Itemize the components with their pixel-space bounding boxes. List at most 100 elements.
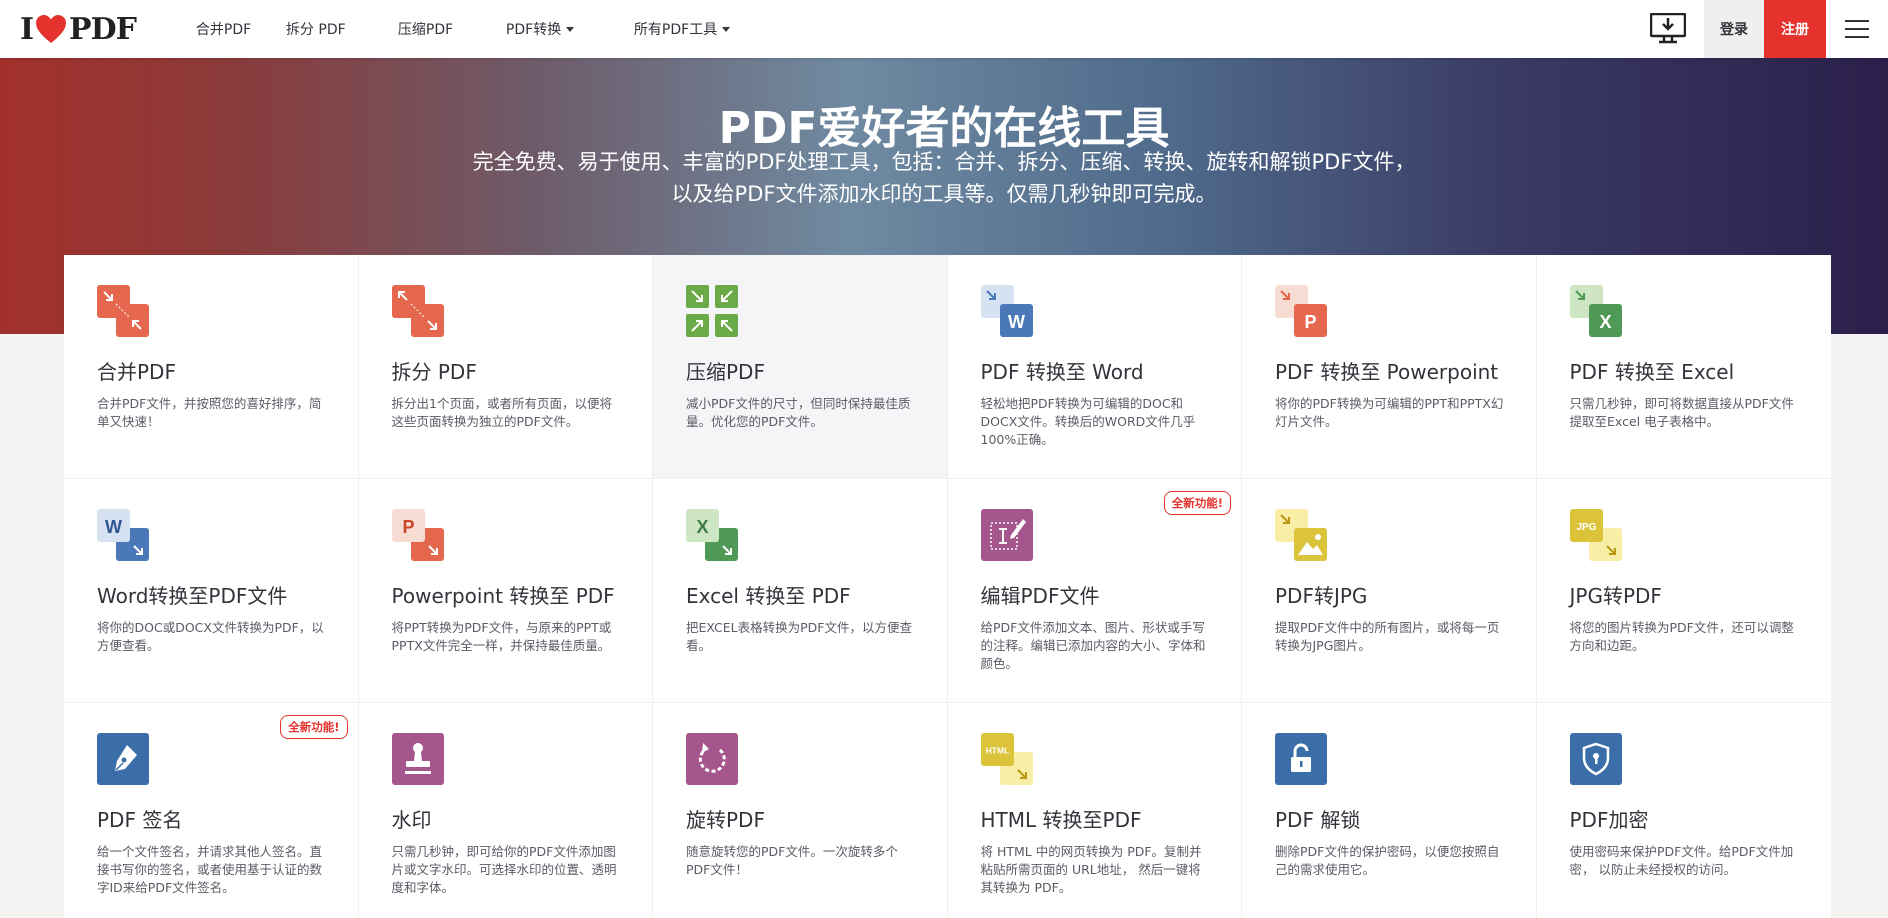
tool-title: 拆分 PDF	[391, 360, 477, 384]
caret-down-icon	[566, 26, 575, 32]
new-feature-badge: 全新功能!	[1163, 491, 1231, 515]
rotate-icon	[686, 733, 738, 785]
desktop-app-button[interactable]	[1632, 0, 1704, 58]
tool-card-html-to-pdf[interactable]: HTML HTML 转换至PDF 将 HTML 中的网页转换为 PDF。复制并粘…	[947, 703, 1242, 918]
nav-item-label: 合并PDF	[195, 22, 252, 38]
tool-title: PDF转JPG	[1275, 584, 1368, 608]
pdf-to-ppt-icon: P	[1275, 285, 1327, 337]
pdf-to-excel-icon: X	[1569, 285, 1622, 337]
tool-desc: 只需几秒钟，即可给你的PDF文件添加图片或文字水印。可选择水印的位置、透明度和字…	[391, 844, 617, 895]
nav-item-label: 所有PDF工具	[633, 22, 718, 38]
nav-item-label: 压缩PDF	[397, 22, 454, 38]
svg-text:W: W	[1008, 312, 1025, 332]
tool-desc: 把EXCEL表格转换为PDF文件，以方便查看。	[686, 620, 912, 653]
compress-icon	[686, 285, 738, 337]
ppt-to-pdf-icon: P	[391, 509, 444, 561]
tool-title: 旋转PDF	[686, 808, 765, 832]
tool-desc: 将您的图片转换为PDF文件，还可以调整方向和边距。	[1569, 620, 1794, 653]
tool-card-pdf-to-ppt[interactable]: P PDF 转换至 Powerpoint 将你的PDF转换为可编辑的PPT和PP…	[1242, 255, 1537, 479]
svg-text:X: X	[1599, 312, 1611, 332]
logo-text-left: I	[20, 11, 34, 47]
tool-card-protect[interactable]: PDF加密 使用密码来保护PDF文件。给PDF文件加密， 以防止未经授权的访问。	[1536, 703, 1831, 918]
new-feature-badge: 全新功能!	[280, 715, 348, 739]
tool-card-sign-pdf[interactable]: 全新功能! PDF 签名 给一个文件签名，并请求其他人签名。直接书写你的签名，或…	[64, 703, 359, 918]
tool-desc: 将你的DOC或DOCX文件转换为PDF，以方便查看。	[97, 620, 324, 653]
nav-item-all-tools[interactable]: 所有PDF工具	[634, 0, 754, 58]
login-button[interactable]: 登录	[1704, 0, 1764, 58]
tool-title: Word转换至PDF文件	[97, 584, 288, 608]
tool-title: PDF加密	[1569, 808, 1649, 832]
ilovepdf-logo[interactable]: I PDF	[20, 0, 137, 58]
svg-text:W: W	[105, 517, 122, 537]
merge-icon	[97, 285, 149, 337]
desktop-download-icon	[1650, 13, 1686, 44]
tool-card-edit-pdf[interactable]: 全新功能! 编辑PDF文件 给PDF文件添加文本、图片、形状或手写的注释。编辑已…	[947, 479, 1242, 703]
tool-desc: 减小PDF文件的尺寸，但同时保持最佳质量。优化您的PDF文件。	[686, 396, 911, 429]
login-label: 登录	[1720, 22, 1748, 38]
tool-title: PDF 解锁	[1275, 808, 1361, 832]
edit-pdf-icon	[980, 509, 1033, 561]
nav-item-convert[interactable]: PDF转换	[506, 0, 634, 58]
tool-card-pdf-to-word[interactable]: W PDF 转换至 Word 轻松地把PDF转换为可编辑的DOC和DOCX文件。…	[947, 255, 1242, 479]
hero-subtitle: 完全免费、易于使用、丰富的PDF处理工具，包括：合并、拆分、压缩、转换、旋转和解…	[472, 150, 1416, 206]
tool-title: PDF 签名	[97, 808, 183, 832]
top-nav: I PDF 合并PDF 拆分 PDF 压缩PDF PDF转换 所有PDF工具 登…	[0, 0, 1888, 58]
heart-logo-icon	[36, 15, 67, 43]
tool-card-unlock[interactable]: PDF 解锁 删除PDF文件的保护密码，以便您按照自己的需求使用它。	[1242, 703, 1537, 918]
tool-desc: 将PPT转换为PDF文件，与原来的PPT或PPTX文件完全一样，并保持最佳质量。	[391, 620, 612, 653]
tool-card-pdf-to-excel[interactable]: X PDF 转换至 Excel 只需几秒钟，即可将数据直接从PDF文件提取至Ex…	[1536, 255, 1831, 479]
nav-item-compress[interactable]: 压缩PDF	[398, 0, 506, 58]
tool-desc: 删除PDF文件的保护密码，以便您按照自己的需求使用它。	[1275, 844, 1500, 877]
tool-desc: 给一个文件签名，并请求其他人签名。直接书写你的签名，或者使用基于认证的数字ID来…	[97, 844, 323, 895]
tool-card-watermark[interactable]: 水印 只需几秒钟，即可给你的PDF文件添加图片或文字水印。可选择水印的位置、透明…	[358, 703, 653, 918]
tool-title: 水印	[391, 808, 432, 832]
tool-title: PDF 转换至 Excel	[1569, 360, 1735, 384]
tool-desc: 将 HTML 中的网页转换为 PDF。复制并粘贴所需页面的 URL地址， 然后一…	[980, 844, 1202, 895]
tool-title: 编辑PDF文件	[980, 584, 1100, 608]
tool-card-jpg-to-pdf[interactable]: JPG JPG转PDF 将您的图片转换为PDF文件，还可以调整方向和边距。	[1536, 479, 1831, 703]
unlock-icon	[1275, 733, 1327, 785]
tool-title: Powerpoint 转换至 PDF	[391, 584, 615, 608]
tool-card-pdf-to-jpg[interactable]: PDF转JPG 提取PDF文件中的所有图片，或将每一页转换为JPG图片。	[1242, 479, 1537, 703]
tool-card-rotate[interactable]: 旋转PDF 随意旋转您的PDF文件。一次旋转多个PDF文件！	[653, 703, 948, 918]
sign-pdf-icon	[97, 733, 149, 785]
word-to-pdf-icon: W	[97, 509, 149, 561]
hamburger-menu-icon[interactable]	[1826, 0, 1888, 58]
tool-desc: 拆分出1个页面，或者所有页面，以便将这些页面转换为独立的PDF文件。	[391, 396, 612, 429]
tool-card-split[interactable]: 拆分 PDF 拆分出1个页面，或者所有页面，以便将这些页面转换为独立的PDF文件…	[358, 255, 653, 479]
tool-desc: 随意旋转您的PDF文件。一次旋转多个PDF文件！	[686, 844, 898, 877]
tool-title: Excel 转换至 PDF	[686, 584, 851, 608]
tool-desc: 合并PDF文件，并按照您的喜好排序，简单又快速！	[97, 396, 322, 429]
nav-item-split[interactable]: 拆分 PDF	[286, 0, 398, 58]
nav-right: 登录 注册	[1632, 0, 1888, 58]
excel-to-pdf-icon: X	[686, 509, 738, 561]
logo-text-right: PDF	[69, 11, 137, 47]
jpg-to-pdf-icon: JPG	[1569, 509, 1622, 561]
tool-card-compress[interactable]: 压缩PDF 减小PDF文件的尺寸，但同时保持最佳质量。优化您的PDF文件。	[653, 255, 948, 479]
tools-grid: 合并PDF 合并PDF文件，并按照您的喜好排序，简单又快速！ 拆分 PDF 拆分…	[64, 255, 1831, 918]
pdf-to-jpg-icon	[1275, 509, 1327, 561]
tool-title: 压缩PDF	[686, 360, 765, 384]
signup-button[interactable]: 注册	[1764, 0, 1826, 58]
tool-desc: 使用密码来保护PDF文件。给PDF文件加密， 以防止未经授权的访问。	[1569, 844, 1794, 877]
tool-title: PDF 转换至 Word	[980, 360, 1144, 384]
split-icon	[391, 285, 444, 337]
tool-card-word-to-pdf[interactable]: W Word转换至PDF文件 将你的DOC或DOCX文件转换为PDF，以方便查看…	[64, 479, 359, 703]
svg-text:JPG: JPG	[1576, 522, 1596, 533]
tool-title: 合并PDF	[97, 360, 176, 384]
tool-desc: 将你的PDF转换为可编辑的PPT和PPTX幻灯片文件。	[1275, 396, 1504, 429]
tool-card-ppt-to-pdf[interactable]: P Powerpoint 转换至 PDF 将PPT转换为PDF文件，与原来的PP…	[358, 479, 653, 703]
watermark-icon	[391, 733, 444, 785]
svg-text:HTML: HTML	[985, 746, 1009, 756]
svg-text:X: X	[696, 517, 708, 537]
tool-card-excel-to-pdf[interactable]: X Excel 转换至 PDF 把EXCEL表格转换为PDF文件，以方便查看。	[653, 479, 948, 703]
tool-desc: 提取PDF文件中的所有图片，或将每一页转换为JPG图片。	[1275, 620, 1500, 653]
tool-title: HTML 转换至PDF	[980, 808, 1142, 832]
tool-desc: 给PDF文件添加文本、图片、形状或手写的注释。编辑已添加内容的大小、字体和颜色。	[980, 620, 1206, 671]
nav-item-label: PDF转换	[505, 22, 562, 38]
tool-title: JPG转PDF	[1569, 584, 1662, 608]
tool-title: PDF 转换至 Powerpoint	[1275, 360, 1499, 384]
tool-card-merge[interactable]: 合并PDF 合并PDF文件，并按照您的喜好排序，简单又快速！	[64, 255, 359, 479]
nav-item-merge[interactable]: 合并PDF	[196, 0, 286, 58]
tool-desc: 只需几秒钟，即可将数据直接从PDF文件提取至Excel 电子表格中。	[1569, 396, 1794, 429]
